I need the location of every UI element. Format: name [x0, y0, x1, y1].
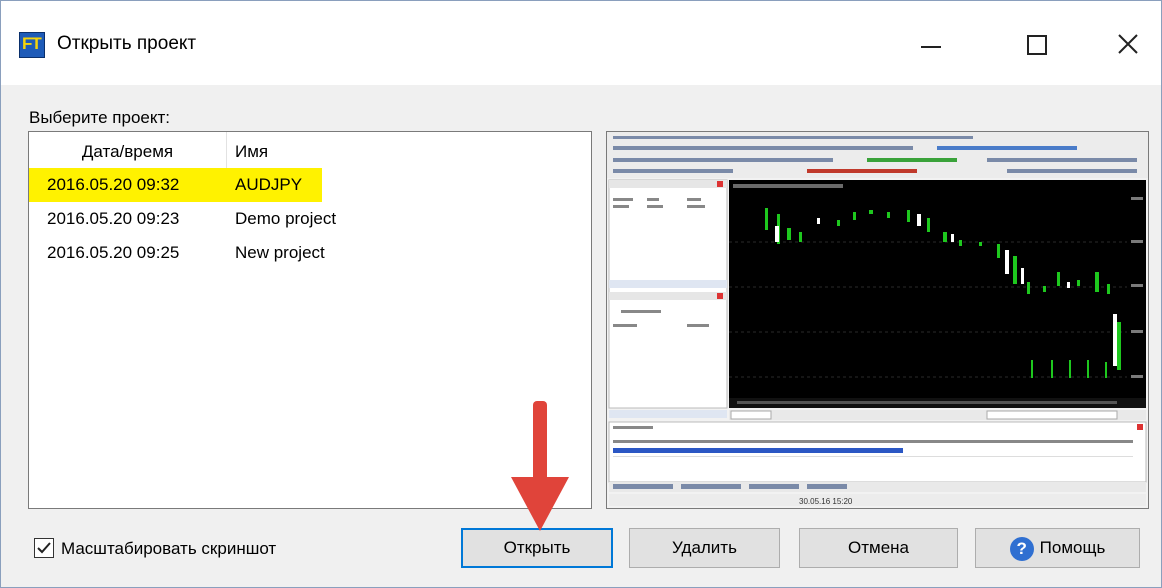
list-header: Дата/время Имя — [29, 132, 591, 168]
title-bar[interactable]: FT Открыть проект — [1, 1, 1161, 85]
window-title: Открыть проект — [57, 33, 197, 54]
help-icon: ? — [1009, 536, 1034, 561]
preview-status-text: 30.05.16 15:20 — [799, 497, 853, 506]
screenshot-preview: 30.05.16 15:20 — [606, 131, 1149, 509]
row-name: AUDJPY — [235, 175, 303, 194]
minimize-icon — [921, 46, 941, 48]
list-item[interactable]: 2016.05.20 09:32 AUDJPY — [29, 168, 591, 202]
scale-screenshot-label[interactable]: Масштабировать скриншот — [61, 539, 276, 559]
help-button[interactable]: ? Помощь — [975, 528, 1140, 568]
row-name: Demo project — [235, 209, 337, 228]
row-datetime: 2016.05.20 09:23 — [47, 209, 180, 228]
delete-button[interactable]: Удалить — [629, 528, 780, 568]
cancel-button[interactable]: Отмена — [799, 528, 958, 568]
prompt-label: Выберите проект: — [29, 108, 170, 127]
checkmark-icon — [37, 542, 51, 554]
list-item[interactable]: 2016.05.20 09:23 Demo project — [29, 202, 591, 236]
pointer-arrow-icon — [511, 401, 569, 531]
maximize-icon — [1027, 35, 1047, 55]
row-datetime: 2016.05.20 09:32 — [47, 175, 180, 194]
column-header-name[interactable]: Имя — [235, 132, 268, 172]
list-item[interactable]: 2016.05.20 09:25 New project — [29, 236, 591, 270]
column-header-datetime[interactable]: Дата/время — [29, 132, 227, 168]
maximize-button[interactable] — [1003, 19, 1073, 69]
row-datetime: 2016.05.20 09:25 — [47, 243, 180, 262]
row-name: New project — [235, 243, 325, 262]
minimize-button[interactable] — [897, 19, 967, 69]
app-logo-icon: FT — [19, 32, 45, 58]
close-icon — [1118, 34, 1138, 54]
help-button-label: Помощь — [1039, 538, 1106, 557]
scale-screenshot-checkbox[interactable] — [34, 538, 54, 558]
preview-image: 30.05.16 15:20 — [607, 132, 1148, 508]
open-project-dialog: FT Открыть проект Выберите проект: Дата/… — [0, 0, 1162, 588]
close-button[interactable] — [1095, 19, 1162, 69]
